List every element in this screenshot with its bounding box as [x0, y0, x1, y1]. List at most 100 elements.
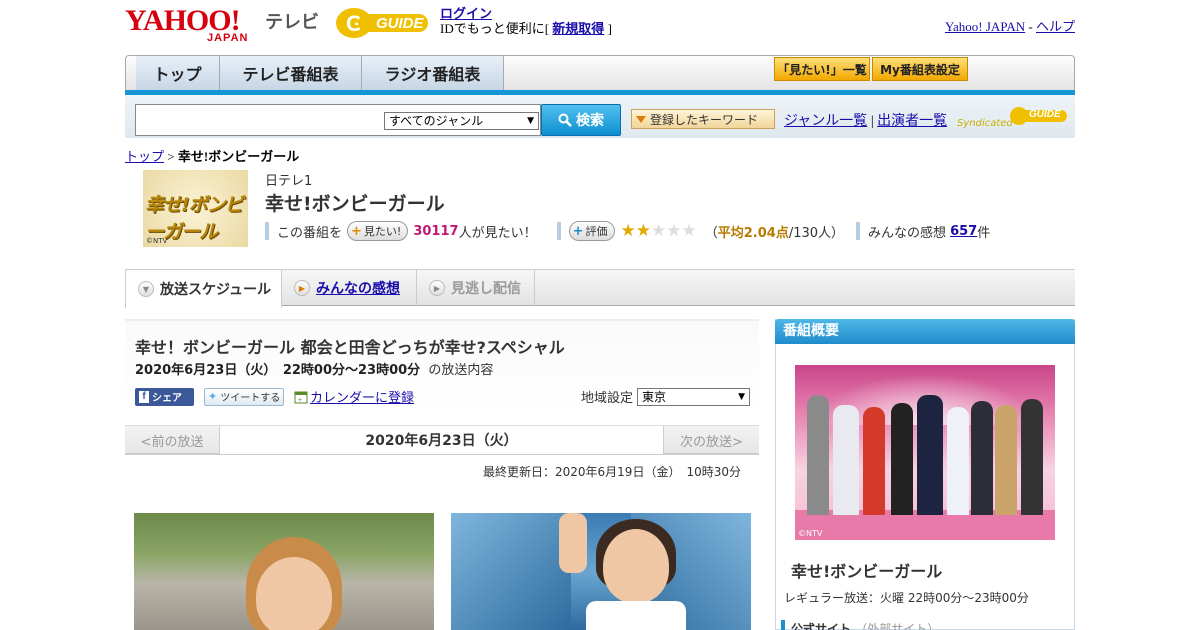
star-filled-icon: ★ [620, 221, 636, 241]
episode-datetime: 2020年6月23日（火） 22時00分～23時00分 [135, 363, 421, 378]
photo-person [947, 407, 969, 515]
search-band: すべてのジャンル ▼ 検索 登録したキーワード ジャンル一覧 | 出演者一覧 S… [125, 95, 1075, 138]
tab-radio-schedule[interactable]: ラジオ番組表 [362, 56, 504, 90]
region-select[interactable]: 東京 ▼ [637, 387, 751, 406]
episode-title: 幸せ！ボンビーガール 都会と田舎どっちが幸せ?スペシャル [135, 338, 565, 357]
tab-top[interactable]: トップ [136, 56, 220, 90]
region-label: 地域設定 [581, 391, 634, 406]
tab-broadcast-schedule[interactable]: ▼ 放送スケジュール [125, 270, 282, 308]
program-logo-text: 幸せ!ボンビーガール [145, 194, 244, 243]
mitai-count: 30117 [413, 223, 459, 239]
rating-open: （ [704, 225, 718, 241]
mitai-button[interactable]: + 見たい! [347, 221, 409, 241]
region-value: 東京 [642, 389, 667, 404]
official-site-heading[interactable]: 公式サイト （外部サイト） [781, 620, 939, 630]
facebook-share-button[interactable]: f シェア [135, 387, 194, 406]
id-prompt-suffix: ] [604, 21, 612, 36]
breadcrumb-current: 幸せ!ボンビーガール [177, 149, 300, 164]
photo-person [807, 395, 829, 515]
genre-selected: すべてのジャンル [389, 114, 484, 128]
tab-catchup[interactable]: ▶ 見逃し配信 [417, 270, 535, 306]
tab-label: 見逃し配信 [451, 281, 521, 297]
play-icon: ▶ [294, 280, 310, 296]
meta-divider [556, 222, 561, 240]
sidebar-heading: 番組概要 [775, 319, 1075, 344]
search-icon [558, 113, 572, 127]
photo-person [917, 395, 943, 515]
impressions-suffix: 件 [977, 225, 991, 241]
star-empty-icon: ★ [681, 221, 697, 241]
registered-keyword-button[interactable]: 登録したキーワード [631, 109, 775, 129]
share-label: シェア [152, 393, 182, 404]
keyword-button-label: 登録したキーワード [650, 112, 759, 127]
tweet-label: ツイートする [220, 393, 281, 404]
episode-datetime-suffix: の放送内容 [428, 363, 494, 378]
photo-shirt [586, 601, 686, 630]
calendar-icon: + [294, 391, 308, 404]
star-filled-icon: ★ [635, 221, 651, 241]
performer-list-link[interactable]: 出演者一覧 [877, 114, 947, 129]
episode-time: 2020年6月23日（火） 22時00分～23時00分 の放送内容 [135, 359, 493, 378]
search-button[interactable]: 検索 [541, 104, 621, 136]
impressions-count[interactable]: 657 [950, 224, 977, 239]
help-link[interactable]: ヘルプ [1036, 19, 1075, 34]
last-updated: 最終更新日：2020年6月19日（金） 10時30分 [483, 465, 741, 479]
tab-impressions[interactable]: ▶ みんなの感想 [282, 270, 417, 306]
mitai-prefix: この番組を [277, 225, 343, 241]
register-link[interactable]: 新規取得 [552, 21, 604, 36]
svg-text:+: + [298, 397, 302, 404]
yahoo-tv-logo[interactable]: YAHOO! JAPAN テレビ [125, 6, 321, 45]
photo-person [891, 403, 913, 515]
star-empty-icon: ★ [666, 221, 682, 241]
play-icon: ▶ [429, 280, 445, 296]
program-meta: この番組を + 見たい! 30117 人が見たい！ + 評価 ★★★★★ （平均… [265, 221, 990, 241]
genre-list-link[interactable]: ジャンル一覧 [784, 114, 867, 129]
link-separator: - [1025, 19, 1036, 34]
syndicated-label: Syndicated [957, 118, 1013, 129]
site-name: テレビ [265, 12, 319, 33]
mitai-button-label: 見たい! [363, 225, 402, 238]
twitter-bird-icon: ✦ [208, 390, 218, 403]
top-right-links: Yahoo! JAPAN - ヘルプ [945, 16, 1075, 35]
plus-icon: + [572, 223, 584, 239]
tab-tv-schedule[interactable]: テレビ番組表 [220, 56, 362, 90]
prev-next-bar: <前の放送 2020年6月23日（火） 次の放送> [125, 425, 759, 455]
gguide-logo: G GUIDE [334, 6, 434, 40]
tweet-button[interactable]: ✦ ツイートする [204, 387, 284, 406]
episode-photo [134, 513, 434, 630]
syndicated-brand: GUIDE [1029, 109, 1061, 120]
breadcrumb-home[interactable]: トップ [125, 149, 164, 164]
official-site-label: 公式サイト [791, 622, 852, 630]
prev-broadcast-button[interactable]: <前の放送 [125, 426, 220, 454]
my-settings-button[interactable]: My番組表設定 [872, 57, 968, 81]
rating-button[interactable]: + 評価 [568, 221, 615, 241]
login-link[interactable]: ログイン [440, 6, 492, 21]
genre-select[interactable]: すべてのジャンル ▼ [384, 112, 539, 130]
chevron-down-icon: ▼ [138, 281, 154, 297]
photo-person [971, 401, 993, 515]
main-nav: トップ テレビ番組表 ラジオ番組表 「見たい!」一覧 My番組表設定 [125, 55, 1075, 91]
meta-divider [856, 222, 861, 240]
link-separator: | [867, 114, 878, 129]
cast-photo-credit: ©NTV [798, 529, 823, 538]
share-row: f シェア ✦ ツイートする + カレンダーに登録 [135, 387, 414, 406]
photo-person [833, 405, 859, 515]
program-title: 幸せ!ボンビーガール [265, 193, 445, 215]
channel-name: 日テレ1 [265, 174, 313, 189]
id-prompt-prefix: IDでもっと便利に[ [440, 21, 553, 36]
cast-photo: ©NTV [795, 365, 1055, 540]
logo-sub: JAPAN [207, 32, 249, 44]
calendar-register[interactable]: + カレンダーに登録 [294, 387, 414, 406]
plus-icon: + [351, 223, 362, 239]
mitai-list-button[interactable]: 「見たい!」一覧 [774, 57, 870, 81]
calendar-link[interactable]: カレンダーに登録 [310, 387, 414, 406]
search-button-label: 検索 [576, 113, 604, 129]
sidebar-program-title: 幸せ!ボンビーガール [791, 562, 943, 581]
tab-label[interactable]: みんなの感想 [316, 278, 400, 298]
next-broadcast-button[interactable]: 次の放送> [663, 426, 759, 454]
chevron-down-icon: ▼ [738, 391, 746, 402]
yahoo-japan-link[interactable]: Yahoo! JAPAN [945, 19, 1025, 34]
chevron-down-icon: ▼ [527, 116, 534, 126]
breadcrumb-separator: > [164, 149, 178, 164]
rating-count: /130人） [788, 225, 845, 241]
